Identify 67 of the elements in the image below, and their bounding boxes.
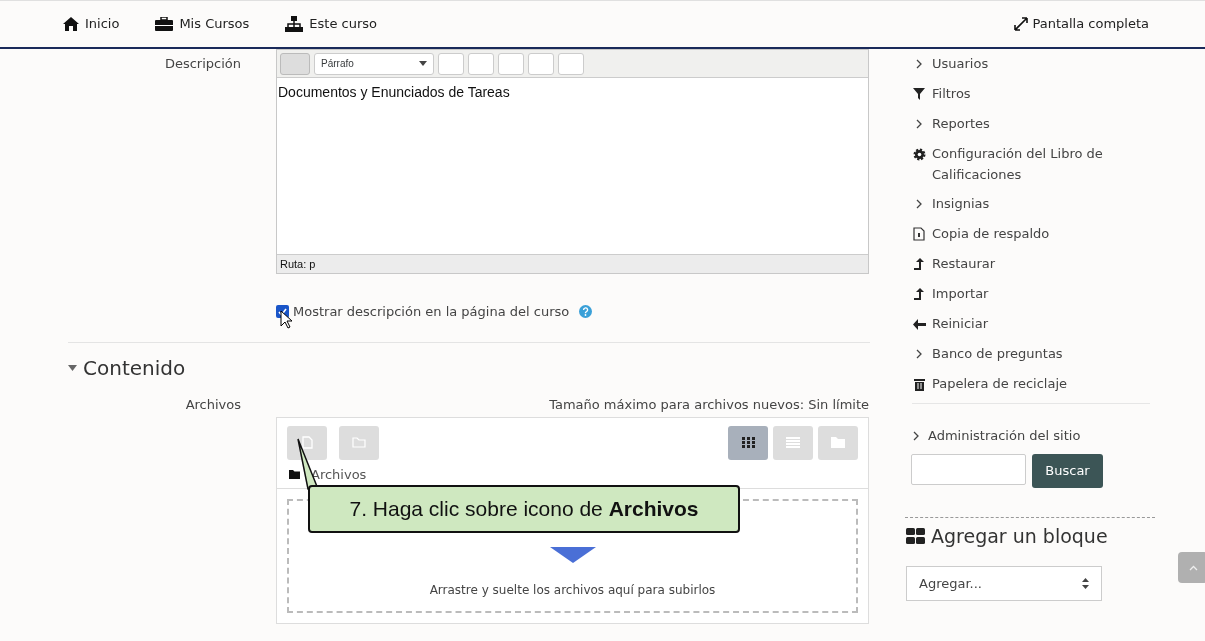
grid-icon xyxy=(741,437,755,448)
search-field[interactable] xyxy=(911,454,1026,485)
upload-arrow-icon xyxy=(914,257,924,271)
sidebar-link[interactable]: Copia de respaldo xyxy=(932,223,1132,244)
file-icon xyxy=(913,227,925,241)
chevron-right-icon xyxy=(915,199,923,209)
folder-icon xyxy=(289,469,300,479)
trash-icon xyxy=(913,377,925,391)
sidebar-link[interactable]: Reiniciar xyxy=(932,313,1132,334)
mouse-cursor-icon xyxy=(280,310,292,329)
sidebar-link[interactable]: Importar xyxy=(932,283,1132,304)
view-toggle-button[interactable] xyxy=(773,425,813,460)
checkbox-label: Mostrar descripción en la página del curso xyxy=(293,303,570,321)
chevron-right-icon xyxy=(915,349,923,359)
max-size-note: Tamaño máximo para archivos nuevos: Sin límite xyxy=(549,396,869,412)
block-heading: Agregar un bloque xyxy=(931,524,1108,549)
drop-hint: Arrastre y suelte los archivos aquí para subirlos xyxy=(429,582,716,599)
sidebar-link[interactable]: Banco de preguntas xyxy=(932,343,1132,364)
field-label: Archivos xyxy=(185,396,241,412)
settings-icon xyxy=(912,147,926,161)
arrow-left-icon xyxy=(912,318,926,330)
nav-link[interactable]: Inicio xyxy=(63,14,120,34)
sort-arrows-icon xyxy=(1082,578,1089,589)
editor-path: Ruta: p xyxy=(280,256,316,272)
caret-icon xyxy=(419,61,427,66)
field-label: Descripción xyxy=(164,56,241,71)
section-heading[interactable]: Contenido xyxy=(83,352,186,383)
sidebar-link[interactable]: Reportes xyxy=(932,113,1132,134)
chevron-up-icon xyxy=(1188,564,1198,571)
sidebar-link[interactable]: Administración del sitio xyxy=(928,426,1081,446)
sidebar-link[interactable]: Restaurar xyxy=(932,253,1132,274)
nav-link[interactable]: Este curso xyxy=(285,14,377,34)
upload-arrow-icon xyxy=(914,287,924,301)
caret-down-icon[interactable] xyxy=(68,364,77,371)
sidebar-link[interactable]: Usuarios xyxy=(932,53,1132,74)
view-toggle-button[interactable] xyxy=(818,425,858,460)
home-icon xyxy=(63,17,79,31)
breadcrumb-folder[interactable]: Archivos xyxy=(311,464,367,484)
chevron-right-icon xyxy=(915,59,923,69)
format-dropdown[interactable]: Párrafo xyxy=(314,52,434,75)
add-file-button[interactable] xyxy=(287,425,327,460)
file-icon xyxy=(301,436,313,449)
nav-link[interactable]: Mis Cursos xyxy=(155,14,250,34)
blocks-icon xyxy=(906,528,925,545)
briefcase-icon xyxy=(155,17,174,31)
chevron-right-icon xyxy=(915,119,923,129)
sidebar-link[interactable]: Configuración del Libro de Calificaciones xyxy=(932,143,1132,185)
sidebar-link[interactable]: Papelera de reciclaje xyxy=(932,373,1132,394)
sitemap-icon xyxy=(285,16,304,32)
list-icon xyxy=(786,437,800,448)
search-button[interactable]: Buscar xyxy=(1032,454,1103,488)
sidebar-link[interactable]: Insignias xyxy=(932,193,1132,214)
sidebar-link[interactable]: Filtros xyxy=(932,83,1132,104)
instruction-callout: 7. Haga clic sobre icono de Archivos xyxy=(308,485,740,533)
filter-icon xyxy=(913,88,925,100)
editor-content[interactable]: Documentos y Enunciados de Tareas xyxy=(277,78,868,254)
add-block-select[interactable]: Agregar... xyxy=(906,566,1102,601)
scroll-top-button[interactable] xyxy=(1178,552,1205,583)
chevron-right-icon xyxy=(912,430,920,441)
view-toggle-button[interactable] xyxy=(728,425,768,460)
folder-icon xyxy=(831,437,845,448)
folder-icon xyxy=(352,437,366,448)
create-folder-button[interactable] xyxy=(339,425,379,460)
expand-icon xyxy=(1014,17,1029,31)
fullscreen-link[interactable]: Pantalla completa xyxy=(1014,14,1149,34)
help-icon[interactable] xyxy=(579,305,593,319)
down-arrow-icon xyxy=(549,547,596,563)
